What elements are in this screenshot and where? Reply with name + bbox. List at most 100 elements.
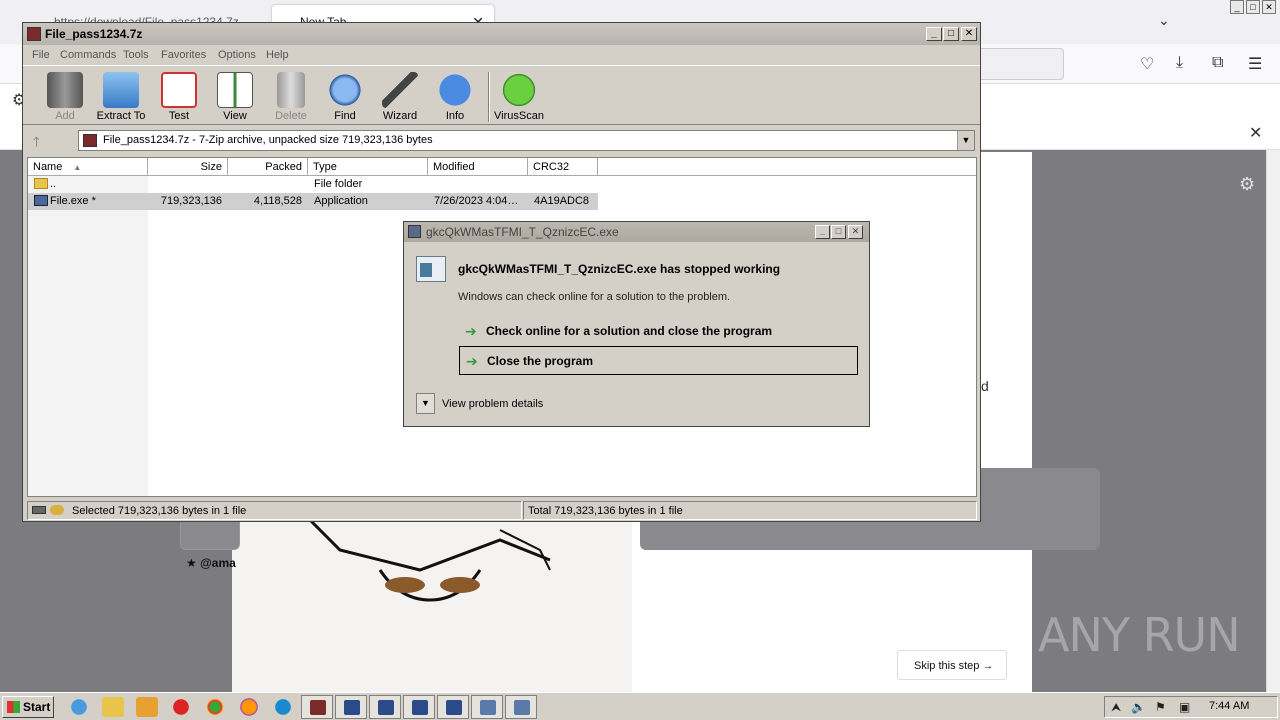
column-header-size[interactable]: Size: [148, 158, 228, 176]
media-player-icon[interactable]: [136, 697, 158, 717]
hamburger-menu-icon[interactable]: ☰: [1248, 54, 1262, 74]
explorer-icon[interactable]: [102, 697, 124, 717]
firefox-icon[interactable]: [238, 697, 260, 717]
table-row[interactable]: .. File folder: [28, 176, 598, 193]
taskbar-window[interactable]: [335, 695, 367, 719]
taskbar-window[interactable]: [437, 695, 469, 719]
column-header-modified[interactable]: Modified: [428, 158, 528, 176]
archive-icon: [83, 134, 97, 147]
green-arrow-icon: ➔: [465, 323, 477, 339]
view-label: View: [223, 110, 247, 122]
taskbar-window[interactable]: [471, 695, 503, 719]
archive-path-field[interactable]: File_pass1234.7z - 7-Zip archive, unpack…: [78, 130, 975, 151]
skip-step-button[interactable]: Skip this step →: [897, 650, 1007, 680]
key-icon: [50, 505, 64, 515]
show-hidden-icons-icon[interactable]: ⮝: [1111, 700, 1121, 715]
edge-icon[interactable]: [272, 697, 294, 717]
app-window-icon: [344, 700, 360, 715]
winrar-title-bar[interactable]: File_pass1234.7z _ □ ✕: [23, 23, 980, 45]
expand-details-button[interactable]: ▼: [416, 393, 435, 414]
menu-help[interactable]: Help: [266, 49, 289, 61]
check-online-button[interactable]: ➔ Check online for a solution and close …: [459, 317, 858, 346]
dialog-title-bar[interactable]: gkcQkWMasTFMI_T_QznizcEC.exe _ □ ✕: [404, 222, 869, 242]
start-button[interactable]: Start: [2, 696, 54, 718]
cell-type: File folder: [314, 178, 363, 190]
chevron-down-icon[interactable]: ▼: [957, 131, 974, 150]
add-button[interactable]: Add: [45, 72, 85, 122]
close-program-button[interactable]: ➔ Close the program: [459, 346, 858, 375]
delete-button[interactable]: Delete: [271, 72, 311, 122]
gear-icon[interactable]: ⚙: [1239, 174, 1255, 195]
column-header-crc32[interactable]: CRC32: [528, 158, 598, 176]
delete-label: Delete: [275, 110, 307, 122]
flag-icon[interactable]: ⚑: [1155, 700, 1166, 714]
extract-to-button[interactable]: Extract To: [95, 72, 147, 122]
cell-name: File.exe *: [50, 195, 96, 207]
list-all-tabs-icon[interactable]: ⌄: [1158, 12, 1170, 29]
taskbar-window[interactable]: [505, 695, 537, 719]
maximize-icon[interactable]: □: [1246, 0, 1260, 14]
winrar-app-icon: [27, 27, 41, 41]
error-heading: gkcQkWMasTFMI_T_QznizcEC.exe has stopped…: [458, 262, 781, 276]
minimize-icon[interactable]: _: [1230, 0, 1244, 14]
sitting-figure-illustration: [308, 518, 551, 602]
browser-scrollbar[interactable]: [1266, 150, 1280, 692]
menu-options[interactable]: Options: [218, 49, 256, 61]
find-button[interactable]: Find: [325, 72, 365, 122]
table-row[interactable]: File.exe * 719,323,136 4,118,528 Applica…: [28, 193, 598, 210]
find-label: Find: [334, 110, 356, 122]
app-window-icon: [378, 700, 394, 715]
chrome-icon[interactable]: [204, 697, 226, 717]
virusscan-button[interactable]: VirusScan: [493, 72, 545, 122]
partial-text: d: [981, 378, 989, 394]
check-online-label: Check online for a solution and close th…: [486, 324, 773, 338]
volume-icon[interactable]: 🔈: [1131, 700, 1146, 714]
minimize-button[interactable]: _: [926, 27, 942, 41]
menu-file[interactable]: File: [32, 49, 50, 61]
menu-favorites[interactable]: Favorites: [161, 49, 206, 61]
column-header-packed[interactable]: Packed: [228, 158, 308, 176]
menu-bar: File Commands Tools Favorites Options He…: [23, 45, 980, 65]
arrow-right-icon: →: [982, 660, 994, 672]
minimize-button[interactable]: _: [815, 225, 830, 239]
column-header-type[interactable]: Type: [308, 158, 428, 176]
extensions-icon[interactable]: ⧉: [1212, 54, 1223, 72]
close-icon[interactable]: ✕: [1262, 0, 1276, 14]
taskbar-window[interactable]: [369, 695, 401, 719]
dialog-title: gkcQkWMasTFMI_T_QznizcEC.exe: [426, 225, 619, 239]
close-button[interactable]: ✕: [848, 225, 863, 239]
clock[interactable]: 7:44 AM: [1209, 700, 1249, 712]
view-details-label[interactable]: View problem details: [442, 398, 543, 410]
menu-commands[interactable]: Commands: [60, 49, 116, 61]
ie-icon[interactable]: [68, 697, 90, 717]
maximize-button[interactable]: □: [831, 225, 846, 239]
trash-icon: [277, 72, 305, 108]
menu-tools[interactable]: Tools: [123, 49, 149, 61]
sort-ascending-icon: ▲: [73, 163, 82, 172]
info-button[interactable]: Info: [435, 72, 475, 122]
taskbar-winrar[interactable]: [301, 695, 333, 719]
downloads-icon[interactable]: ⤓: [1176, 54, 1183, 72]
start-label: Start: [23, 700, 51, 714]
browser-search-box[interactable]: [970, 48, 1064, 80]
view-book-icon: [217, 72, 253, 108]
up-folder-icon[interactable]: 🡑: [33, 133, 40, 155]
close-icon[interactable]: ✕: [1249, 123, 1262, 143]
column-header-name[interactable]: Name ▲: [28, 158, 148, 176]
pocket-icon[interactable]: ♡: [1140, 54, 1154, 74]
cell-modified: 7/26/2023 4:04…: [434, 195, 519, 207]
app-window-icon: [480, 700, 496, 715]
close-button[interactable]: ✕: [961, 27, 977, 41]
maximize-button[interactable]: □: [943, 27, 959, 41]
skip-step-label: Skip this step: [914, 660, 980, 672]
test-button[interactable]: Test: [159, 72, 199, 122]
wizard-button[interactable]: Wizard: [379, 72, 421, 122]
view-button[interactable]: View: [215, 72, 255, 122]
network-icon[interactable]: ▣: [1179, 700, 1190, 714]
folder-icon: [34, 178, 48, 189]
cell-name: ..: [50, 178, 57, 190]
opera-icon[interactable]: [170, 697, 192, 717]
cell-size: 719,323,136: [160, 195, 222, 207]
taskbar-window[interactable]: [403, 695, 435, 719]
error-subtext: Windows can check online for a solution …: [458, 291, 731, 303]
